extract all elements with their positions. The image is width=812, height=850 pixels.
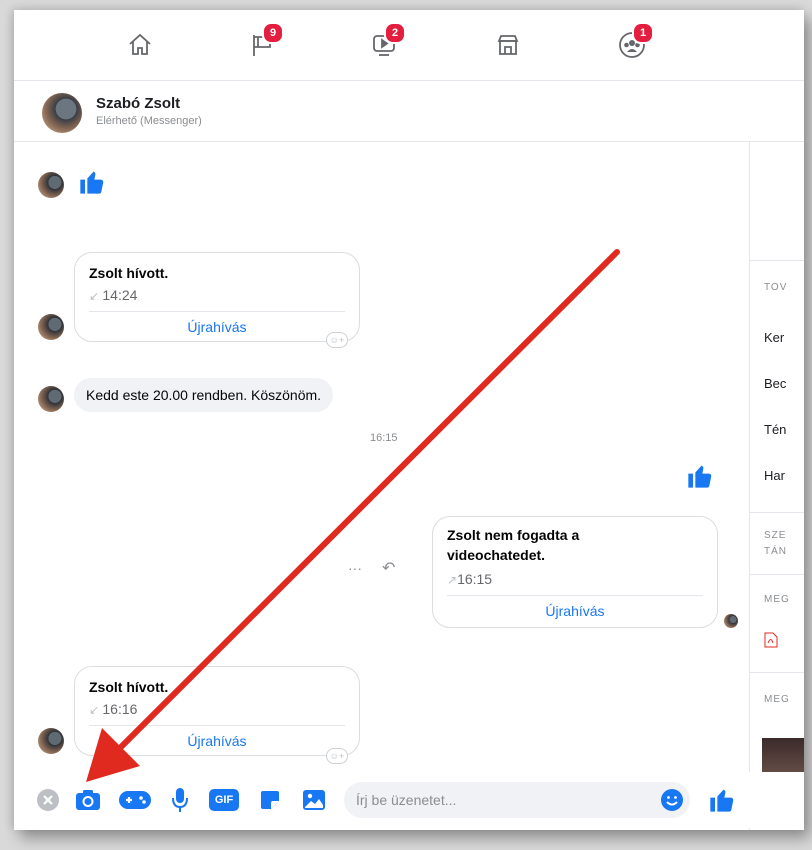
image-icon <box>303 790 325 810</box>
more-options-icon[interactable]: ··· <box>348 560 362 576</box>
section-heading: MEG <box>764 694 790 705</box>
section-heading: SZE <box>764 530 787 541</box>
nav-pages[interactable]: 9 <box>242 22 284 62</box>
section-heading: TOV <box>764 282 788 293</box>
conversation-header: Szabó Zsolt Elérhető (Messenger) <box>14 81 804 142</box>
gif-label: GIF <box>214 794 234 806</box>
like-icon <box>688 465 712 488</box>
message-thread: Zsolt hívott. ↙ 14:24 Újrahívás ☺+ Kedd … <box>14 142 748 830</box>
contact-name[interactable]: Szabó Zsolt <box>96 95 180 112</box>
notification-badge: 9 <box>262 22 284 44</box>
like-icon <box>80 171 104 194</box>
nav-watch[interactable]: 2 <box>364 22 406 62</box>
section-heading: MEG <box>764 594 790 605</box>
react-icon[interactable]: ☺+ <box>326 332 348 348</box>
call-time-text: 16:15 <box>457 571 493 587</box>
outgoing-call-icon: ↗ <box>447 573 458 587</box>
call-time-text: 14:24 <box>102 287 138 303</box>
home-icon <box>129 33 151 55</box>
emoji-icon <box>661 789 683 811</box>
sender-avatar <box>38 172 64 198</box>
panel-option[interactable]: Ker <box>764 330 784 345</box>
call-time-text: 16:16 <box>102 701 138 717</box>
call-card: Zsolt hívott. ↙ 14:24 Újrahívás <box>74 252 360 342</box>
gamepad-icon <box>119 791 151 809</box>
call-time: ↗16:15 <box>447 571 492 587</box>
microphone-icon <box>172 788 188 812</box>
photo-button[interactable] <box>300 786 328 814</box>
read-receipt-avatar <box>724 614 738 628</box>
divider <box>89 725 345 726</box>
nav-marketplace[interactable] <box>488 28 528 62</box>
call-title: Zsolt nem fogadta a videochatedet. <box>447 527 580 563</box>
call-time: ↙ 16:16 <box>89 701 137 717</box>
gif-icon: GIF <box>209 789 239 811</box>
camera-button[interactable] <box>74 786 102 814</box>
reply-icon[interactable]: ↶ <box>382 558 395 578</box>
call-title: Zsolt hívott. <box>89 679 169 695</box>
divider <box>750 512 804 513</box>
section-heading: TÁN <box>764 546 787 557</box>
camera-icon <box>76 790 100 810</box>
voice-clip-button[interactable] <box>166 786 194 814</box>
conversation-details-panel: TOV Ker Bec Tén Har SZE TÁN MEG MEG <box>749 142 804 830</box>
call-back-button[interactable]: Újrahívás <box>75 733 359 749</box>
call-back-button[interactable]: Újrahívás <box>433 603 717 619</box>
top-navigation: 9 2 1 <box>14 10 804 81</box>
missed-call-icon: ↙ <box>89 289 103 303</box>
divider <box>447 595 703 596</box>
panel-option[interactable]: Tén <box>764 422 786 437</box>
sticker-icon <box>261 791 279 809</box>
close-icon <box>37 789 59 811</box>
divider <box>750 672 804 673</box>
games-button[interactable] <box>118 786 152 814</box>
divider <box>750 574 804 575</box>
sender-avatar <box>38 728 64 754</box>
panel-option[interactable]: Har <box>764 468 785 483</box>
close-actions-button[interactable] <box>34 786 62 814</box>
panel-option[interactable]: Bec <box>764 376 786 391</box>
call-back-button[interactable]: Újrahívás <box>75 319 359 335</box>
react-icon[interactable]: ☺+ <box>326 748 348 764</box>
sticker-button[interactable] <box>256 786 284 814</box>
like-icon <box>710 789 734 812</box>
notification-badge: 2 <box>384 22 406 44</box>
marketplace-icon <box>497 35 519 55</box>
sender-avatar <box>38 314 64 340</box>
call-time: ↙ 14:24 <box>89 287 137 303</box>
contact-status: Elérhető (Messenger) <box>96 115 202 127</box>
divider <box>89 311 345 312</box>
divider <box>750 260 804 261</box>
messenger-window: 9 2 1 Szabó Zsolt Elérhető (Messenger) Z… <box>14 10 804 830</box>
message-composer: GIF <box>14 772 804 828</box>
message-timestamp: 16:15 <box>370 432 398 444</box>
nav-home[interactable] <box>120 28 160 62</box>
message-input[interactable] <box>344 782 690 818</box>
missed-call-icon: ↙ <box>89 703 103 717</box>
send-like-button[interactable] <box>708 786 736 814</box>
emoji-button[interactable] <box>658 786 686 814</box>
call-title: Zsolt hívott. <box>89 265 169 281</box>
notification-badge: 1 <box>632 22 654 44</box>
call-card: Zsolt nem fogadta a videochatedet. ↗16:1… <box>432 516 718 628</box>
pdf-file-icon[interactable] <box>764 632 778 648</box>
sender-avatar <box>38 386 64 412</box>
contact-avatar[interactable] <box>42 93 82 133</box>
message-bubble[interactable]: Kedd este 20.00 rendben. Köszönöm. <box>74 378 334 412</box>
call-card: Zsolt hívott. ↙ 16:16 Újrahívás <box>74 666 360 756</box>
gif-button[interactable]: GIF <box>208 786 240 814</box>
nav-groups[interactable]: 1 <box>612 22 654 62</box>
